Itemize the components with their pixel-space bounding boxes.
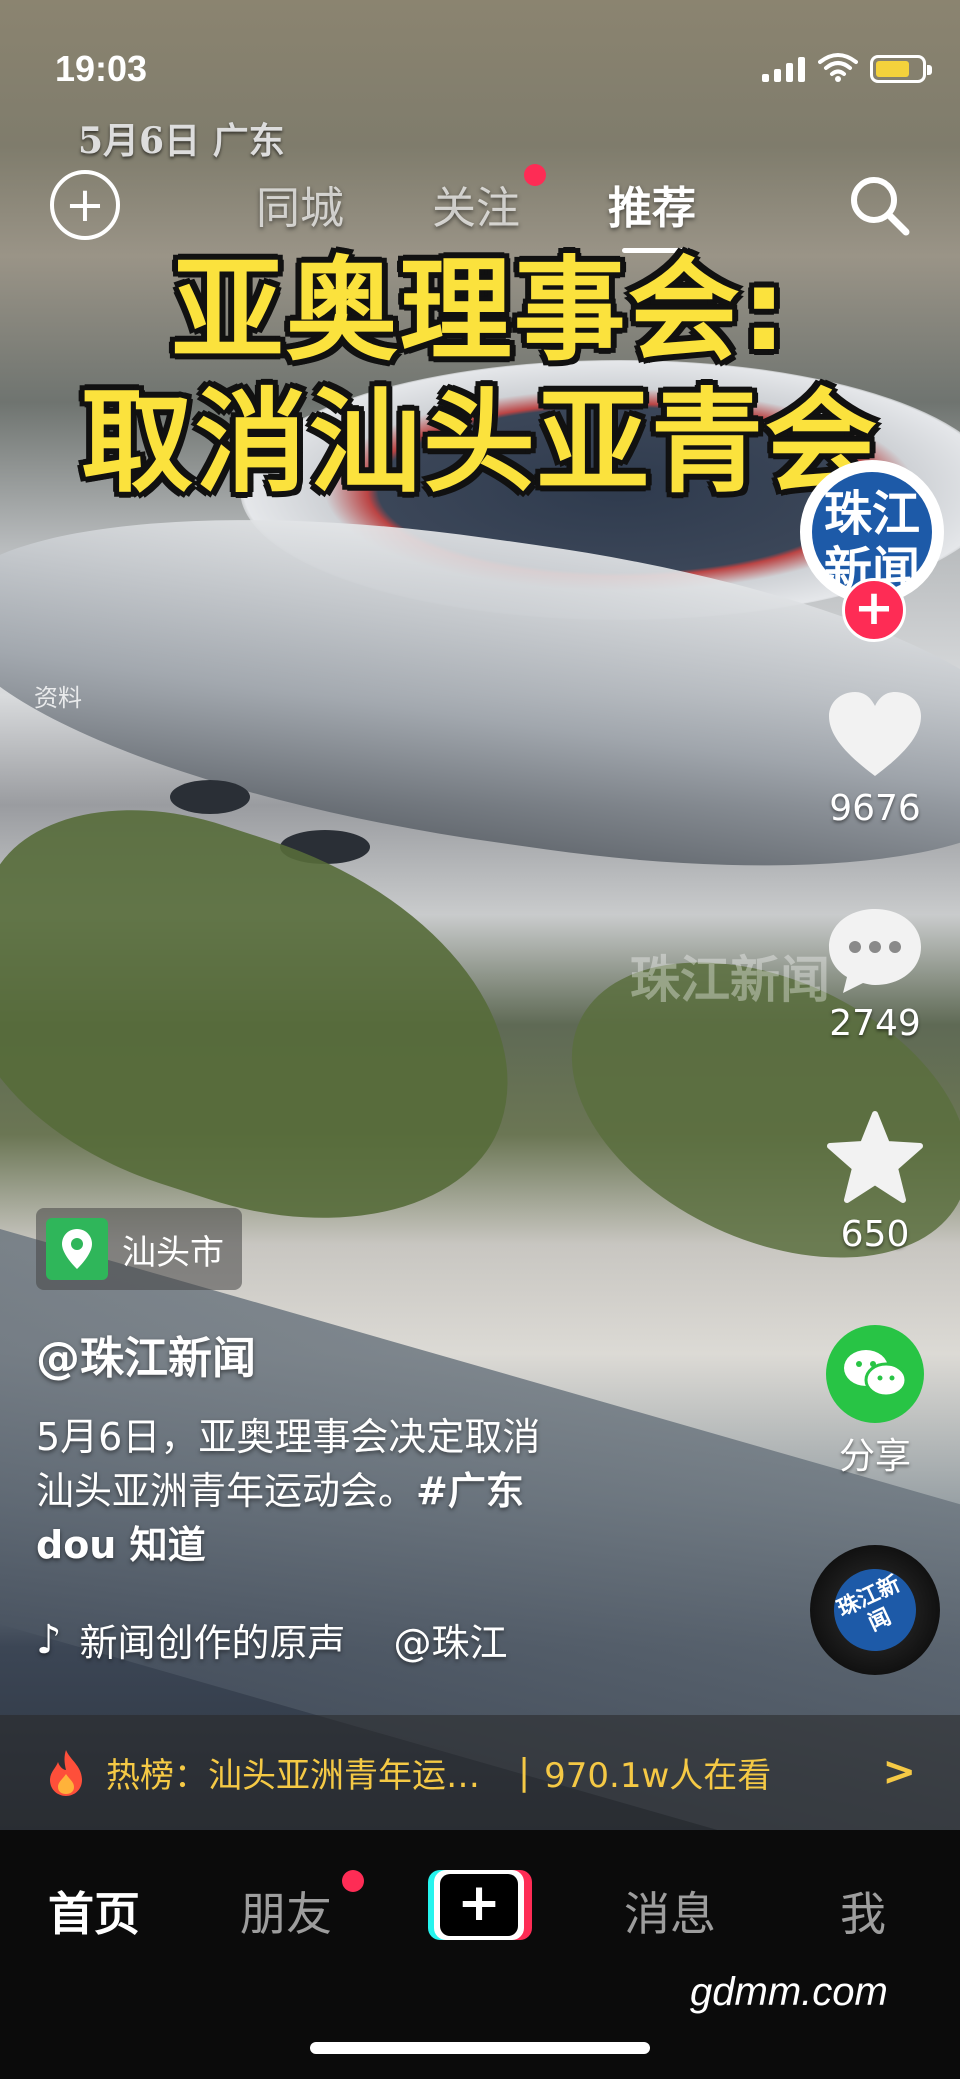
- headline-line-1: 亚奥理事会:: [171, 246, 789, 376]
- status-time: 19:03: [55, 48, 148, 89]
- search-icon[interactable]: [844, 170, 914, 240]
- nav-friends[interactable]: 朋友: [240, 1878, 332, 1944]
- hot-divider: |: [518, 1752, 531, 1793]
- music-author: @珠江: [393, 1621, 508, 1665]
- author-name[interactable]: @珠江新闻: [36, 1322, 256, 1386]
- plus-icon: +: [440, 1874, 518, 1936]
- signal-icon: [762, 56, 805, 82]
- friends-notification-dot: [342, 1870, 364, 1892]
- headline-line-2: 取消汕头亚青会: [81, 378, 879, 508]
- description-line: 5月6日，亚奥理事会决定取消: [36, 1415, 541, 1459]
- nav-me[interactable]: 我: [840, 1878, 886, 1944]
- music-note-icon: ♪: [36, 1616, 62, 1663]
- music-disc[interactable]: 珠江新闻: [810, 1545, 940, 1675]
- star-icon: [827, 1111, 923, 1203]
- share-label: 分享: [838, 1436, 911, 1477]
- battery-icon: [870, 55, 932, 83]
- location-label: 汕头市: [122, 1232, 224, 1273]
- like-count: 9676: [829, 788, 921, 829]
- favorite-button[interactable]: 650: [800, 1110, 950, 1255]
- add-icon[interactable]: +: [50, 170, 120, 240]
- nav-messages[interactable]: 消息: [624, 1878, 716, 1944]
- favorite-count: 650: [840, 1214, 910, 1255]
- comment-button[interactable]: 2749: [800, 905, 950, 1044]
- tab-following[interactable]: 关注: [432, 172, 520, 236]
- follow-button[interactable]: +: [842, 578, 906, 642]
- video-date-location: 5月6日 广东: [78, 120, 285, 162]
- location-tag[interactable]: 汕头市: [36, 1208, 242, 1290]
- wechat-icon: [826, 1325, 924, 1423]
- location-pin-icon: [46, 1218, 108, 1280]
- create-button-face: +: [434, 1870, 524, 1940]
- tab-recommended[interactable]: 推荐: [608, 172, 696, 236]
- like-button[interactable]: 9676: [800, 690, 950, 829]
- nav-home[interactable]: 首页: [48, 1878, 140, 1944]
- create-button[interactable]: +: [428, 1870, 532, 1940]
- home-indicator[interactable]: [310, 2042, 650, 2054]
- source-tag: 资料: [34, 684, 82, 712]
- status-bar: 19:03: [0, 0, 960, 130]
- hashtag-continuation[interactable]: dou 知道: [36, 1518, 676, 1572]
- hot-viewer-count: 970.1w人在看: [544, 1756, 772, 1796]
- comment-icon: [829, 909, 921, 993]
- hot-list-title: 热榜：汕头亚洲青年运…: [106, 1756, 480, 1796]
- share-button[interactable]: 分享: [800, 1325, 950, 1479]
- site-watermark: gdmm.com: [690, 1970, 888, 2014]
- following-notification-dot: [524, 164, 546, 186]
- flame-icon: [50, 1749, 82, 1796]
- music-info[interactable]: ♪ 新闻创作的原声 @珠江: [36, 1612, 508, 1667]
- avatar-text: 珠江新闻: [812, 472, 932, 598]
- hashtag-link[interactable]: #广东: [416, 1469, 524, 1513]
- description-text: 汕头亚洲青年运动会。: [36, 1469, 417, 1513]
- bottom-nav: 首页 朋友 + 消息 我 gdmm.com: [0, 1830, 960, 2079]
- video-headline: 亚奥理事会: 取消汕头亚青会: [40, 245, 920, 509]
- description-line: 汕头亚洲青年运动会。#广东: [36, 1464, 676, 1518]
- hot-list-bar[interactable]: 热榜：汕头亚洲青年运… | 970.1w人在看 >: [0, 1715, 960, 1830]
- top-nav: + 同城 关注 推荐: [0, 160, 960, 253]
- roof-opening: [170, 780, 250, 814]
- chevron-right-icon: >: [882, 1749, 916, 1795]
- wifi-icon: [818, 53, 858, 82]
- music-title: 新闻创作的原声: [79, 1621, 346, 1665]
- video-description: 5月6日，亚奥理事会决定取消 汕头亚洲青年运动会。#广东 dou 知道: [36, 1410, 676, 1572]
- tab-local[interactable]: 同城: [256, 172, 344, 236]
- heart-icon: [829, 692, 921, 776]
- music-disc-label: 珠江新闻: [820, 1555, 930, 1665]
- comment-count: 2749: [829, 1003, 921, 1044]
